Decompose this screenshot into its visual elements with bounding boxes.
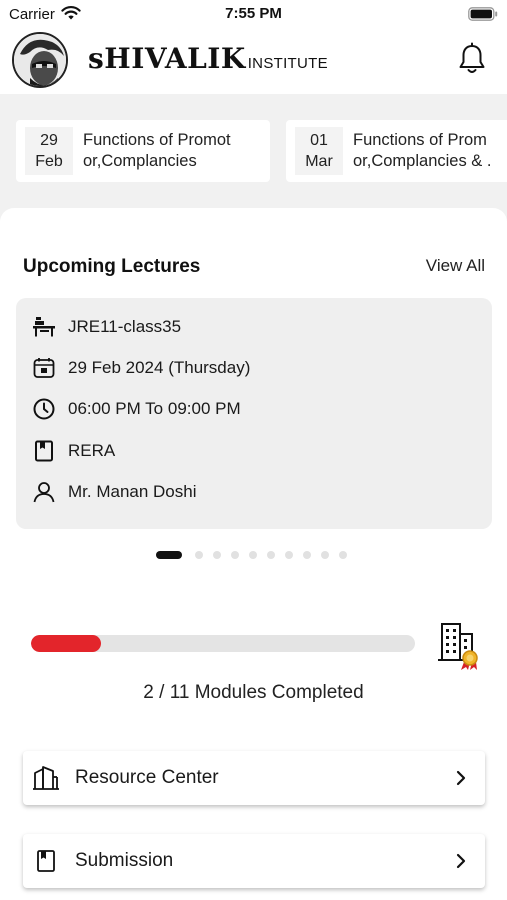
lecture-subject-row: RERA: [32, 438, 115, 464]
carousel-dot[interactable]: [212, 551, 221, 559]
avatar-image: [14, 34, 66, 86]
news-card[interactable]: 29 Feb Functions of Promot or,Complancie…: [16, 120, 270, 182]
news-date: 29 Feb: [25, 127, 73, 175]
section-title: Upcoming Lectures: [23, 256, 201, 277]
clock: 7:55 PM: [225, 5, 282, 22]
carousel-dot-active[interactable]: [155, 551, 182, 559]
news-line: or,Complancies: [83, 152, 197, 170]
carousel-dot[interactable]: [266, 551, 275, 559]
carousel-indicator[interactable]: [0, 551, 507, 559]
news-month: Mar: [305, 153, 333, 170]
news-month: Feb: [35, 153, 63, 170]
lecture-time: 06:00 PM To 09:00 PM: [68, 399, 241, 418]
lecture-teacher-row: Mr. Manan Doshi: [32, 479, 197, 505]
news-text: Functions of Promot or,Complancies: [83, 130, 231, 172]
modules-completed-label: 2 / 11 Modules Completed: [143, 682, 364, 703]
battery-icon: [468, 7, 498, 21]
book-icon: [35, 440, 53, 462]
lecture-subject: RERA: [68, 441, 116, 460]
news-date: 01 Mar: [295, 127, 343, 175]
logo-main-text: sHIVALIK: [88, 42, 246, 75]
calendar-icon: [33, 358, 55, 378]
lecture-date-row: 29 Feb 2024 (Thursday): [32, 355, 250, 381]
classroom-desk-icon: [33, 317, 55, 337]
lecture-class: JRE11-class35: [68, 317, 182, 336]
news-day: 01: [310, 132, 328, 149]
user-icon: [33, 482, 55, 503]
carousel-dot[interactable]: [194, 551, 203, 559]
news-line: or,Complancies & .: [353, 152, 492, 170]
bookmark-icon: [37, 850, 55, 872]
chevron-right-icon: [456, 853, 466, 869]
status-bar: Carrier 7:55 PM: [0, 0, 507, 28]
carousel-dot[interactable]: [320, 551, 329, 559]
building-icon: [33, 766, 59, 790]
carousel-dot[interactable]: [338, 551, 347, 559]
institute-logo: sHIVALIK INSTITUTE: [88, 42, 328, 75]
carousel-dot[interactable]: [284, 551, 293, 559]
resource-center-label: Resource Center: [75, 767, 219, 788]
lecture-teacher: Mr. Manan Doshi: [68, 482, 197, 501]
carousel-dot[interactable]: [248, 551, 257, 559]
avatar[interactable]: [12, 32, 68, 88]
module-progress-bar: [31, 635, 415, 652]
carousel-dot[interactable]: [230, 551, 239, 559]
clock-icon: [33, 398, 55, 420]
logo-sub-text: INSTITUTE: [247, 55, 328, 72]
certified-building-icon: [438, 623, 478, 670]
news-line: Functions of Promot: [83, 131, 231, 149]
lecture-class-row: JRE11-class35: [32, 314, 181, 340]
carousel-dot[interactable]: [302, 551, 311, 559]
resource-center-button[interactable]: Resource Center: [23, 751, 485, 805]
lecture-date: 29 Feb 2024 (Thursday): [68, 358, 251, 377]
news-day: 29: [40, 132, 58, 149]
chevron-right-icon: [456, 770, 466, 786]
view-all-link[interactable]: View All: [426, 256, 485, 276]
submission-button[interactable]: Submission: [23, 834, 485, 888]
lecture-time-row: 06:00 PM To 09:00 PM: [32, 396, 241, 422]
submission-label: Submission: [75, 850, 174, 871]
lecture-card[interactable]: JRE11-class35 29 Feb 2024 (Thursday) 06:…: [16, 298, 492, 529]
news-line: Functions of Prom: [353, 131, 487, 149]
main-sheet: Upcoming Lectures View All JRE11-class35: [0, 208, 507, 900]
module-progress-fill: [31, 635, 101, 652]
news-strip: 29 Feb Functions of Promot or,Complancie…: [0, 94, 507, 206]
news-card[interactable]: 01 Mar Functions of Prom or,Complancies …: [286, 120, 507, 182]
app-header: sHIVALIK INSTITUTE: [0, 28, 507, 94]
news-text: Functions of Prom or,Complancies & .: [353, 130, 491, 172]
notification-bell-icon[interactable]: [457, 42, 487, 76]
